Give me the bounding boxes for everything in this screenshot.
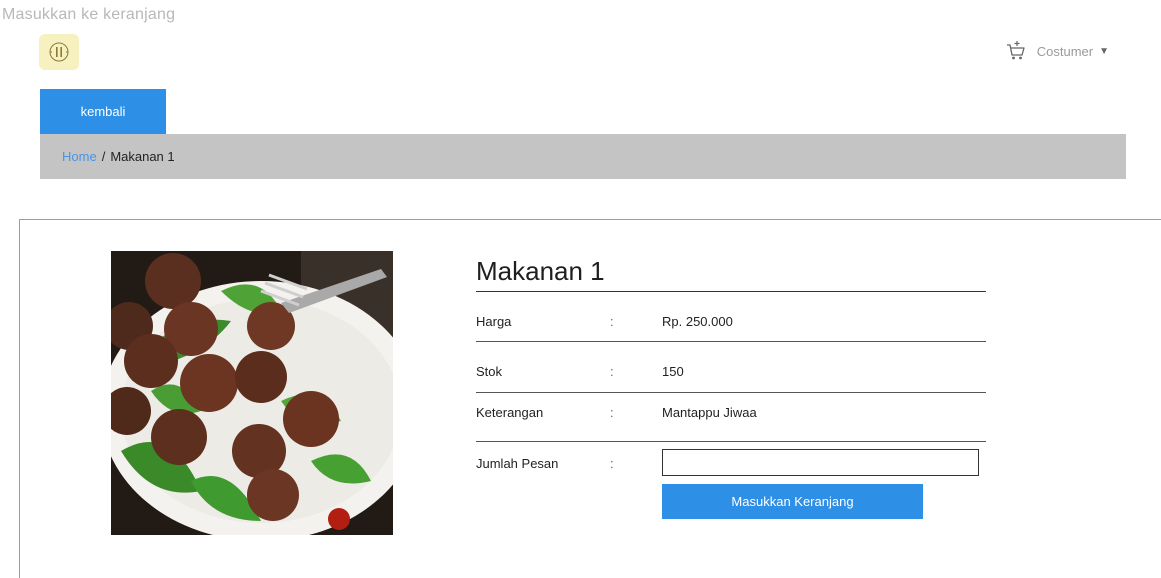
user-menu[interactable]: Costumer ▼ bbox=[1037, 44, 1109, 59]
price-label: Harga bbox=[476, 314, 512, 329]
row-divider bbox=[476, 441, 986, 442]
meatball-salad-photo-icon bbox=[111, 251, 393, 535]
description-colon: : bbox=[610, 405, 614, 420]
breadcrumb-home-link[interactable]: Home bbox=[62, 149, 97, 164]
stock-value: 150 bbox=[662, 364, 684, 379]
add-to-cart-button[interactable]: Masukkan Keranjang bbox=[662, 484, 923, 519]
stock-label: Stok bbox=[476, 364, 503, 379]
back-button[interactable]: kembali bbox=[40, 89, 166, 134]
description-label: Keterangan bbox=[476, 405, 544, 420]
quantity-label: Jumlah Pesan bbox=[476, 456, 559, 471]
caret-down-icon: ▼ bbox=[1099, 45, 1109, 57]
breadcrumb-current: Makanan 1 bbox=[110, 149, 175, 164]
logo-emblem-icon bbox=[49, 42, 69, 62]
description-value: Mantappu Jiwaa bbox=[662, 405, 757, 420]
page-caption: Masukkan ke keranjang bbox=[2, 6, 176, 23]
title-divider bbox=[476, 291, 986, 292]
stock-colon: : bbox=[610, 364, 614, 379]
product-detail-card: Makanan 1 Harga : Rp. 250.000 Stok : 150… bbox=[19, 219, 1161, 578]
price-colon: : bbox=[610, 314, 614, 329]
quantity-colon: : bbox=[610, 456, 614, 471]
row-divider bbox=[476, 341, 986, 342]
breadcrumb: Home / Makanan 1 bbox=[40, 134, 1126, 179]
price-value: Rp. 250.000 bbox=[662, 314, 733, 329]
cart-icon[interactable] bbox=[1005, 40, 1027, 62]
user-area: Costumer ▼ bbox=[1005, 40, 1109, 62]
user-name: Costumer bbox=[1036, 43, 1094, 59]
row-divider bbox=[476, 392, 986, 393]
breadcrumb-separator: / bbox=[101, 149, 106, 164]
product-image bbox=[111, 251, 393, 535]
quantity-input[interactable] bbox=[662, 449, 979, 476]
logo[interactable] bbox=[39, 34, 79, 70]
product-title: Makanan 1 bbox=[476, 256, 605, 286]
